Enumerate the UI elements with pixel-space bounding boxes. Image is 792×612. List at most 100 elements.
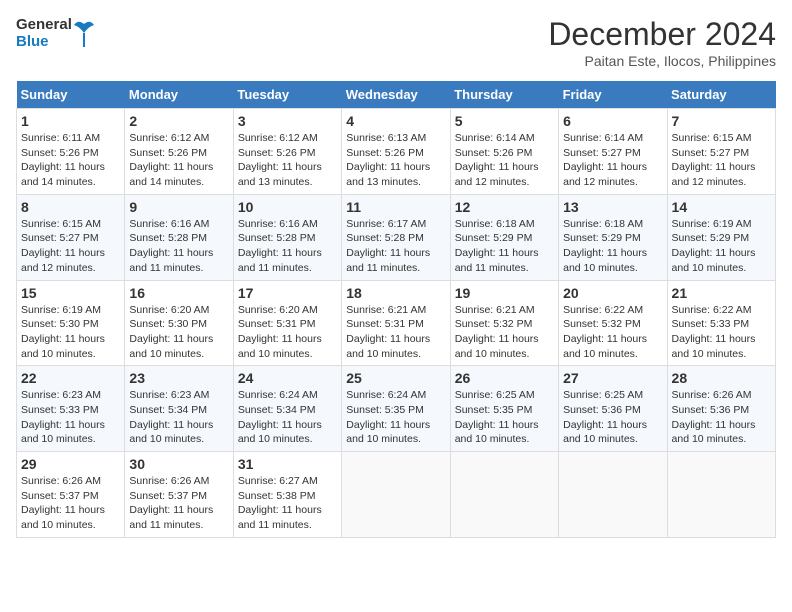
calendar-cell: 19 Sunrise: 6:21 AM Sunset: 5:32 PM Dayl… [450, 280, 558, 366]
col-sunday: Sunday [17, 81, 125, 109]
day-info: Sunrise: 6:14 AM Sunset: 5:27 PM Dayligh… [563, 131, 662, 190]
calendar-cell: 21 Sunrise: 6:22 AM Sunset: 5:33 PM Dayl… [667, 280, 775, 366]
day-number: 17 [238, 285, 337, 301]
calendar-cell: 27 Sunrise: 6:25 AM Sunset: 5:36 PM Dayl… [559, 366, 667, 452]
calendar-cell: 29 Sunrise: 6:26 AM Sunset: 5:37 PM Dayl… [17, 452, 125, 538]
day-number: 28 [672, 370, 771, 386]
calendar-week-3: 15 Sunrise: 6:19 AM Sunset: 5:30 PM Dayl… [17, 280, 776, 366]
day-info: Sunrise: 6:20 AM Sunset: 5:30 PM Dayligh… [129, 303, 228, 362]
day-number: 25 [346, 370, 445, 386]
calendar-cell [450, 452, 558, 538]
day-info: Sunrise: 6:26 AM Sunset: 5:37 PM Dayligh… [129, 474, 228, 533]
calendar-week-4: 22 Sunrise: 6:23 AM Sunset: 5:33 PM Dayl… [17, 366, 776, 452]
logo-blue: Blue [16, 33, 72, 50]
calendar-cell: 22 Sunrise: 6:23 AM Sunset: 5:33 PM Dayl… [17, 366, 125, 452]
day-number: 26 [455, 370, 554, 386]
day-number: 24 [238, 370, 337, 386]
day-info: Sunrise: 6:27 AM Sunset: 5:38 PM Dayligh… [238, 474, 337, 533]
col-saturday: Saturday [667, 81, 775, 109]
col-wednesday: Wednesday [342, 81, 450, 109]
calendar-cell: 20 Sunrise: 6:22 AM Sunset: 5:32 PM Dayl… [559, 280, 667, 366]
calendar-cell: 18 Sunrise: 6:21 AM Sunset: 5:31 PM Dayl… [342, 280, 450, 366]
title-block: December 2024 Paitan Este, Ilocos, Phili… [548, 16, 776, 69]
day-number: 23 [129, 370, 228, 386]
day-info: Sunrise: 6:22 AM Sunset: 5:32 PM Dayligh… [563, 303, 662, 362]
day-number: 20 [563, 285, 662, 301]
day-number: 11 [346, 199, 445, 215]
calendar-cell [559, 452, 667, 538]
day-number: 27 [563, 370, 662, 386]
calendar-cell [342, 452, 450, 538]
calendar-cell: 5 Sunrise: 6:14 AM Sunset: 5:26 PM Dayli… [450, 109, 558, 195]
calendar-week-2: 8 Sunrise: 6:15 AM Sunset: 5:27 PM Dayli… [17, 194, 776, 280]
day-info: Sunrise: 6:24 AM Sunset: 5:34 PM Dayligh… [238, 388, 337, 447]
day-info: Sunrise: 6:19 AM Sunset: 5:30 PM Dayligh… [21, 303, 120, 362]
logo: General Blue [16, 16, 94, 51]
day-info: Sunrise: 6:15 AM Sunset: 5:27 PM Dayligh… [672, 131, 771, 190]
day-number: 21 [672, 285, 771, 301]
calendar-table: Sunday Monday Tuesday Wednesday Thursday… [16, 81, 776, 538]
calendar-cell: 10 Sunrise: 6:16 AM Sunset: 5:28 PM Dayl… [233, 194, 341, 280]
day-number: 1 [21, 113, 120, 129]
col-monday: Monday [125, 81, 233, 109]
calendar-cell: 31 Sunrise: 6:27 AM Sunset: 5:38 PM Dayl… [233, 452, 341, 538]
calendar-cell: 1 Sunrise: 6:11 AM Sunset: 5:26 PM Dayli… [17, 109, 125, 195]
calendar-cell [667, 452, 775, 538]
day-info: Sunrise: 6:17 AM Sunset: 5:28 PM Dayligh… [346, 217, 445, 276]
day-number: 4 [346, 113, 445, 129]
calendar-cell: 4 Sunrise: 6:13 AM Sunset: 5:26 PM Dayli… [342, 109, 450, 195]
day-info: Sunrise: 6:21 AM Sunset: 5:32 PM Dayligh… [455, 303, 554, 362]
day-info: Sunrise: 6:23 AM Sunset: 5:33 PM Dayligh… [21, 388, 120, 447]
day-number: 31 [238, 456, 337, 472]
calendar-cell: 26 Sunrise: 6:25 AM Sunset: 5:35 PM Dayl… [450, 366, 558, 452]
calendar-week-5: 29 Sunrise: 6:26 AM Sunset: 5:37 PM Dayl… [17, 452, 776, 538]
day-info: Sunrise: 6:21 AM Sunset: 5:31 PM Dayligh… [346, 303, 445, 362]
day-info: Sunrise: 6:16 AM Sunset: 5:28 PM Dayligh… [238, 217, 337, 276]
day-number: 13 [563, 199, 662, 215]
day-number: 2 [129, 113, 228, 129]
day-info: Sunrise: 6:19 AM Sunset: 5:29 PM Dayligh… [672, 217, 771, 276]
day-info: Sunrise: 6:18 AM Sunset: 5:29 PM Dayligh… [455, 217, 554, 276]
day-number: 10 [238, 199, 337, 215]
day-number: 3 [238, 113, 337, 129]
calendar-cell: 3 Sunrise: 6:12 AM Sunset: 5:26 PM Dayli… [233, 109, 341, 195]
calendar-cell: 15 Sunrise: 6:19 AM Sunset: 5:30 PM Dayl… [17, 280, 125, 366]
day-number: 12 [455, 199, 554, 215]
calendar-cell: 7 Sunrise: 6:15 AM Sunset: 5:27 PM Dayli… [667, 109, 775, 195]
day-number: 16 [129, 285, 228, 301]
day-number: 30 [129, 456, 228, 472]
calendar-cell: 11 Sunrise: 6:17 AM Sunset: 5:28 PM Dayl… [342, 194, 450, 280]
logo-general: General [16, 16, 72, 33]
day-number: 9 [129, 199, 228, 215]
day-number: 5 [455, 113, 554, 129]
page-header: General Blue December 2024 Paitan Este, … [16, 16, 776, 69]
calendar-cell: 16 Sunrise: 6:20 AM Sunset: 5:30 PM Dayl… [125, 280, 233, 366]
calendar-week-1: 1 Sunrise: 6:11 AM Sunset: 5:26 PM Dayli… [17, 109, 776, 195]
day-number: 14 [672, 199, 771, 215]
calendar-cell: 8 Sunrise: 6:15 AM Sunset: 5:27 PM Dayli… [17, 194, 125, 280]
month-title: December 2024 [548, 16, 776, 53]
calendar-cell: 12 Sunrise: 6:18 AM Sunset: 5:29 PM Dayl… [450, 194, 558, 280]
col-tuesday: Tuesday [233, 81, 341, 109]
day-info: Sunrise: 6:26 AM Sunset: 5:37 PM Dayligh… [21, 474, 120, 533]
calendar-cell: 14 Sunrise: 6:19 AM Sunset: 5:29 PM Dayl… [667, 194, 775, 280]
location-subtitle: Paitan Este, Ilocos, Philippines [548, 53, 776, 69]
calendar-cell: 13 Sunrise: 6:18 AM Sunset: 5:29 PM Dayl… [559, 194, 667, 280]
calendar-cell: 23 Sunrise: 6:23 AM Sunset: 5:34 PM Dayl… [125, 366, 233, 452]
day-info: Sunrise: 6:26 AM Sunset: 5:36 PM Dayligh… [672, 388, 771, 447]
day-number: 18 [346, 285, 445, 301]
calendar-header-row: Sunday Monday Tuesday Wednesday Thursday… [17, 81, 776, 109]
logo-bird-icon [74, 19, 94, 47]
calendar-cell: 9 Sunrise: 6:16 AM Sunset: 5:28 PM Dayli… [125, 194, 233, 280]
day-info: Sunrise: 6:14 AM Sunset: 5:26 PM Dayligh… [455, 131, 554, 190]
day-number: 6 [563, 113, 662, 129]
calendar-cell: 25 Sunrise: 6:24 AM Sunset: 5:35 PM Dayl… [342, 366, 450, 452]
day-info: Sunrise: 6:11 AM Sunset: 5:26 PM Dayligh… [21, 131, 120, 190]
calendar-cell: 28 Sunrise: 6:26 AM Sunset: 5:36 PM Dayl… [667, 366, 775, 452]
day-number: 22 [21, 370, 120, 386]
calendar-cell: 6 Sunrise: 6:14 AM Sunset: 5:27 PM Dayli… [559, 109, 667, 195]
day-number: 15 [21, 285, 120, 301]
day-info: Sunrise: 6:18 AM Sunset: 5:29 PM Dayligh… [563, 217, 662, 276]
calendar-cell: 17 Sunrise: 6:20 AM Sunset: 5:31 PM Dayl… [233, 280, 341, 366]
day-info: Sunrise: 6:24 AM Sunset: 5:35 PM Dayligh… [346, 388, 445, 447]
